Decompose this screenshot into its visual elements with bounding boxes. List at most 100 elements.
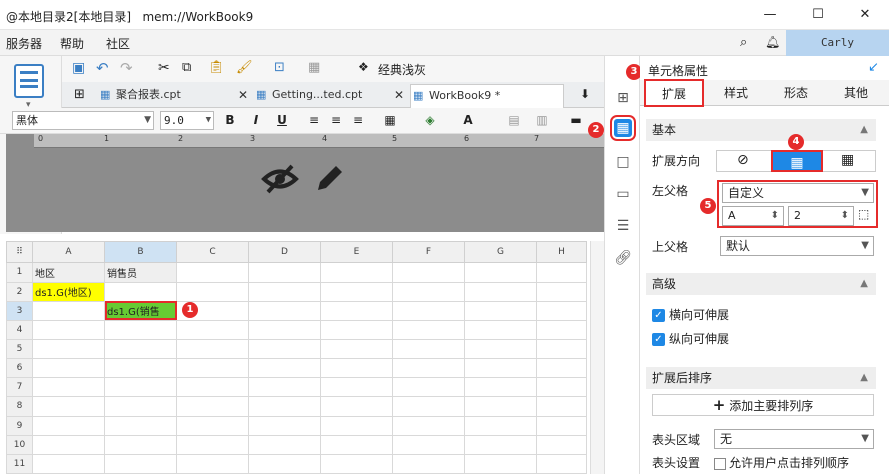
grid-cell[interactable] (464, 281, 537, 302)
header-sort-checkbox[interactable]: 允许用户点击排列顺序 (714, 454, 849, 471)
grid-cell[interactable] (320, 281, 393, 302)
bell-icon[interactable]: 🔔︎ (765, 35, 780, 49)
vertical-scrollbar[interactable] (590, 241, 604, 474)
edit-pencil-icon[interactable] (312, 160, 346, 196)
section-sort[interactable]: 扩展后排序 ▲ (646, 367, 876, 389)
no-expand-icon[interactable]: ⊘ (737, 152, 749, 168)
grid-cell[interactable] (248, 300, 321, 321)
section-basic[interactable]: 基本 ▲ (646, 119, 876, 141)
collapse-icon[interactable]: ↙ (868, 60, 879, 75)
grid-cell[interactable] (320, 262, 393, 283)
left-parent-select[interactable]: 自定义 ▼ (722, 183, 874, 203)
column-header[interactable]: D (248, 240, 321, 264)
table-icon[interactable]: ⊞ (74, 87, 85, 102)
tab-style[interactable]: 样式 (706, 80, 766, 106)
preview-icon[interactable]: ⊡ (274, 60, 285, 75)
tab-form[interactable]: 形态 (766, 80, 826, 106)
hidden-eye-icon[interactable] (260, 162, 300, 196)
horizontal-expand-icon[interactable]: ▦ (841, 152, 854, 168)
cell-a2[interactable]: ds1.G(地区) (32, 281, 105, 302)
font-size-select[interactable]: 9.0 ▼ (160, 111, 214, 130)
grid-cell[interactable] (536, 262, 587, 283)
row-header[interactable]: 9 (6, 415, 33, 436)
header-area-select[interactable]: 无 ▼ (714, 429, 874, 449)
cell-property-icon[interactable]: ▦ (610, 115, 636, 141)
row-header[interactable]: 11 (6, 453, 33, 474)
row-header[interactable]: 4 (6, 319, 33, 340)
grid-cell[interactable] (392, 281, 465, 302)
row-header[interactable]: 2 (6, 281, 33, 302)
left-parent-column-input[interactable]: A ⬍ (722, 206, 784, 226)
maximize-button[interactable]: ☐ (806, 4, 830, 26)
vertical-expand-icon[interactable]: ▦ (771, 150, 823, 172)
redo-icon[interactable]: ↷ (120, 59, 133, 77)
user-name[interactable]: Carly (786, 30, 889, 56)
grid-cell[interactable] (320, 300, 393, 321)
undo-icon[interactable]: ↶ (96, 59, 109, 77)
format-brush-icon[interactable]: 🖌︎ (236, 60, 253, 75)
stepper-icon[interactable]: ⬍ (771, 207, 779, 225)
section-advanced[interactable]: 高级 ▲ (646, 273, 876, 295)
minimize-button[interactable]: — (758, 4, 782, 26)
grid-cell[interactable] (392, 262, 465, 283)
font-color-icon[interactable]: A (460, 112, 476, 128)
copy-icon[interactable]: ⧉ (182, 60, 191, 75)
cell-b3[interactable]: ds1.G(销售 (104, 300, 177, 321)
grid-cell[interactable] (464, 262, 537, 283)
underline-button[interactable]: U (274, 112, 290, 128)
column-header[interactable]: E (320, 240, 393, 264)
grid-cell[interactable] (464, 300, 537, 321)
grid-cell[interactable] (248, 281, 321, 302)
border-property-icon[interactable]: □ (614, 153, 632, 171)
tab-menu-icon[interactable]: ⬇ (580, 87, 590, 101)
more-icon[interactable]: ▬ (568, 112, 584, 128)
grid-cell[interactable] (176, 281, 249, 302)
cell-b1[interactable]: 销售员 (104, 262, 177, 283)
row-header[interactable]: 6 (6, 358, 33, 379)
font-select[interactable]: 黑体 ▼ (12, 111, 154, 130)
search-icon[interactable]: ⌕ (740, 35, 747, 50)
grid-cell[interactable] (536, 281, 587, 302)
close-icon[interactable]: ✕ (238, 84, 248, 106)
template-icon[interactable] (14, 64, 44, 98)
merge-icon[interactable]: ▤ (506, 112, 522, 128)
tab-getting-started[interactable]: ▦ Getting...ted.cpt ✕ (254, 84, 408, 108)
column-header[interactable]: G (464, 240, 537, 264)
column-header[interactable]: C (176, 240, 249, 264)
fill-color-icon[interactable]: ◈ (422, 112, 438, 128)
row-header[interactable]: 10 (6, 434, 33, 455)
add-sort-button[interactable]: + 添加主要排列序 (652, 394, 874, 416)
menu-help[interactable]: 帮助 (60, 35, 84, 52)
template-property-icon[interactable]: ⊞ (614, 89, 632, 107)
horizontal-expand-checkbox[interactable]: ✓ 横向可伸展 (652, 306, 729, 323)
vertical-expand-checkbox[interactable]: ✓ 纵向可伸展 (652, 330, 729, 347)
hyperlink-icon[interactable]: 🔗︎ (614, 249, 632, 267)
column-header[interactable]: H (536, 240, 587, 264)
bold-button[interactable]: B (222, 112, 238, 128)
row-header[interactable]: 7 (6, 377, 33, 398)
grid-cell[interactable] (104, 281, 177, 302)
row-header[interactable]: 3 (6, 300, 33, 321)
column-header[interactable]: A (32, 240, 105, 264)
stepper-icon[interactable]: ⬍ (841, 207, 849, 225)
image-icon[interactable]: ▦ (308, 60, 320, 75)
align-center-icon[interactable]: ≡ (328, 112, 344, 128)
row-header[interactable]: 8 (6, 396, 33, 417)
italic-button[interactable]: I (248, 112, 264, 128)
border-icon[interactable]: ▦ (382, 112, 398, 128)
grid-cell[interactable] (248, 262, 321, 283)
cut-icon[interactable]: ✂ (158, 60, 170, 76)
row-header[interactable]: 1 (6, 262, 33, 283)
select-all-corner[interactable]: ⠿ (6, 240, 33, 264)
grid-cell[interactable] (32, 300, 105, 321)
upper-parent-select[interactable]: 默认 ▼ (720, 236, 874, 256)
align-right-icon[interactable]: ≡ (350, 112, 366, 128)
left-parent-row-input[interactable]: 2 ⬍ (788, 206, 854, 226)
tab-expand[interactable]: 扩展 (644, 79, 704, 107)
widget-icon[interactable]: ▭ (614, 185, 632, 203)
menu-server[interactable]: 服务器 (6, 35, 42, 52)
theme-label[interactable]: 经典浅灰 (378, 61, 426, 78)
menu-community[interactable]: 社区 (106, 35, 130, 52)
grid-cell[interactable] (176, 262, 249, 283)
grid-cell[interactable] (536, 300, 587, 321)
